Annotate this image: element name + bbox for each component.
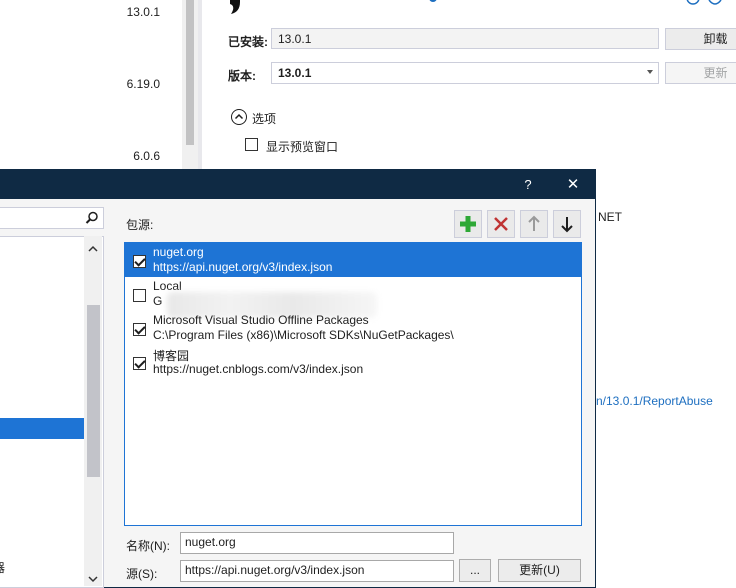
package-version: 13.0.1: [126, 5, 160, 19]
add-source-button[interactable]: [454, 210, 482, 238]
chevron-down-icon: [647, 70, 653, 74]
browse-button[interactable]: ...: [459, 559, 491, 582]
update-source-button[interactable]: 更新(U): [498, 559, 581, 582]
source-enabled-checkbox[interactable]: [133, 357, 146, 370]
plus-icon: [460, 216, 476, 232]
source-url: https://nuget.cnblogs.com/v3/index.json: [153, 362, 364, 376]
options-tree-selected-item[interactable]: [0, 418, 84, 439]
options-label: 选项: [252, 112, 277, 126]
source-name: Microsoft Visual Studio Offline Packages: [153, 313, 369, 327]
source-url: https://api.nuget.org/v3/index.json: [153, 260, 333, 274]
installed-version-field: 13.0.1: [271, 28, 659, 49]
move-down-button[interactable]: [553, 210, 581, 238]
scroll-up-arrow-icon[interactable]: [88, 242, 98, 252]
source-label: 源(S):: [126, 567, 158, 581]
show-preview-label: 显示预览窗口: [266, 140, 339, 154]
sources-label: 包源:: [126, 218, 154, 232]
close-button[interactable]: ✕: [553, 170, 593, 199]
update-button[interactable]: 更新: [665, 62, 736, 84]
globe-icon[interactable]: [686, 0, 700, 5]
source-item-vs-offline[interactable]: Microsoft Visual Studio Offline Packages…: [125, 311, 581, 345]
options-tree-item-label: 器: [0, 559, 5, 576]
package-version: 6.19.0: [126, 77, 160, 91]
installed-label: 已安装:: [228, 35, 268, 49]
package-icon: [228, 0, 242, 16]
source-url: C:\Program Files (x86)\Microsoft SDKs\Nu…: [153, 328, 454, 342]
source-name-input[interactable]: nuget.org: [180, 532, 454, 554]
info-icon: [428, 0, 438, 4]
package-sources-list: nuget.org https://api.nuget.org/v3/index…: [124, 242, 582, 526]
panel-splitter[interactable]: [198, 0, 202, 170]
source-enabled-checkbox[interactable]: [133, 323, 146, 336]
source-url: G: [153, 292, 377, 318]
uninstall-button[interactable]: 卸载: [665, 28, 736, 50]
source-url-input[interactable]: https://api.nuget.org/v3/index.json: [180, 560, 454, 582]
help-button[interactable]: ?: [508, 170, 548, 199]
refresh-icon[interactable]: [708, 0, 722, 5]
search-icon: [85, 211, 98, 224]
package-version: 6.0.6: [133, 149, 160, 163]
show-preview-checkbox[interactable]: [245, 138, 258, 151]
source-item-nuget-org[interactable]: nuget.org https://api.nuget.org/v3/index…: [125, 243, 581, 277]
delete-x-icon: [494, 217, 508, 231]
move-up-button[interactable]: [520, 210, 548, 238]
version-dropdown-value: 13.0.1: [278, 66, 312, 80]
options-tree-scrollbar-thumb[interactable]: [87, 305, 100, 477]
source-enabled-checkbox[interactable]: [133, 255, 146, 268]
remove-source-button[interactable]: [487, 210, 515, 238]
framework-text: NET: [598, 210, 622, 224]
chevron-up-icon: [234, 113, 244, 120]
version-dropdown[interactable]: 13.0.1: [271, 62, 659, 84]
options-dialog: ? ✕ 器 包源:: [0, 169, 596, 588]
source-item-local[interactable]: Local G: [125, 277, 581, 318]
source-name: nuget.org: [153, 245, 204, 259]
options-search-input[interactable]: [0, 207, 104, 229]
arrow-up-icon: [528, 215, 540, 231]
options-expander[interactable]: [231, 109, 247, 125]
scroll-down-arrow-icon[interactable]: [88, 572, 98, 583]
source-url-text: G: [153, 294, 163, 308]
source-item-cnblogs[interactable]: 博客园 https://nuget.cnblogs.com/v3/index.j…: [125, 345, 581, 379]
report-abuse-link[interactable]: n/13.0.1/ReportAbuse: [596, 394, 713, 408]
version-label: 版本:: [228, 69, 256, 83]
name-label: 名称(N):: [126, 539, 170, 553]
arrow-down-icon: [561, 217, 573, 233]
source-name: Local: [153, 279, 182, 293]
package-list-scrollbar-thumb[interactable]: [186, 0, 194, 145]
source-enabled-checkbox[interactable]: [133, 289, 146, 302]
dialog-titlebar: ? ✕: [0, 170, 596, 199]
